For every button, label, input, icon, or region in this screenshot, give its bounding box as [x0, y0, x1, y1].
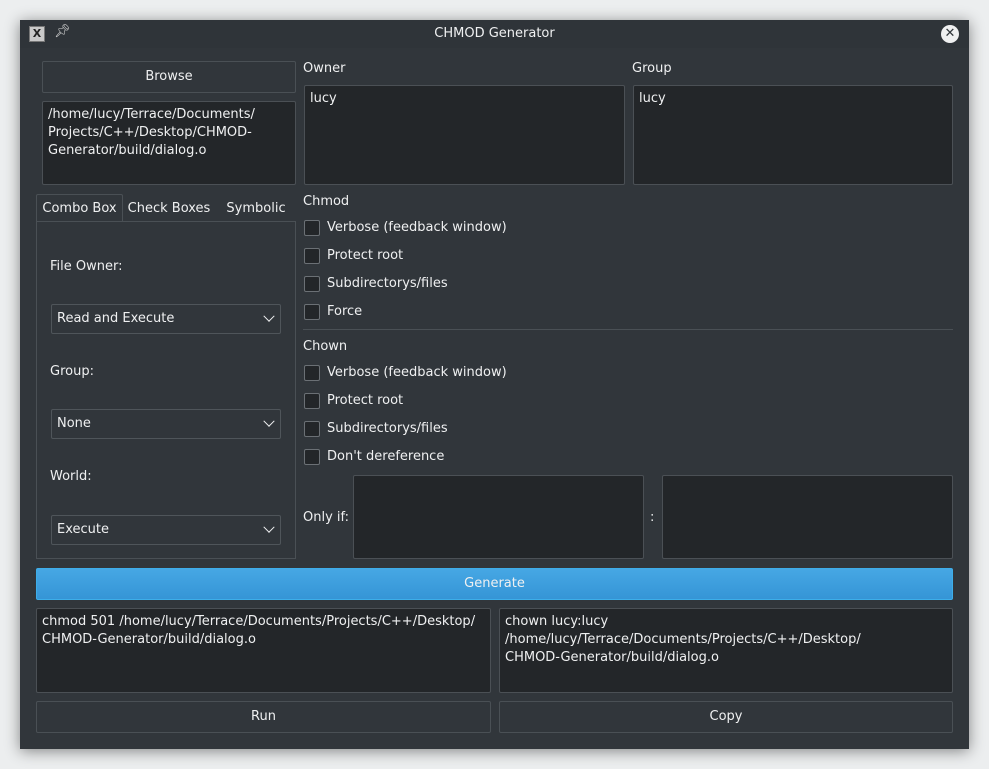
world-select[interactable]: Execute — [51, 515, 281, 545]
group-field[interactable]: lucy — [633, 85, 953, 185]
combo-box-panel: File Owner: Read and Execute Group: None… — [36, 221, 296, 559]
chown-command-output[interactable]: chown lucy:lucy /home/lucy/Terrace/Docum… — [499, 608, 953, 693]
world-value: Execute — [57, 522, 109, 537]
file-owner-select[interactable]: Read and Execute — [51, 304, 281, 334]
group-perm-select[interactable]: None — [51, 409, 281, 439]
generate-button[interactable]: Generate — [36, 568, 953, 600]
only-if-group-field[interactable] — [662, 475, 953, 559]
checkbox-box[interactable] — [304, 393, 320, 409]
tab-symbolic[interactable]: Symbolic — [215, 194, 297, 222]
checkbox-label: Protect root — [327, 248, 404, 263]
only-if-owner-field[interactable] — [353, 475, 644, 559]
group-perm-label: Group: — [50, 364, 94, 379]
checkbox-box[interactable] — [304, 421, 320, 437]
group-perm-value: None — [57, 416, 91, 431]
checkbox-label: Subdirectorys/files — [327, 421, 448, 436]
close-icon[interactable]: ✕ — [941, 25, 959, 43]
checkbox-box[interactable] — [304, 304, 320, 320]
group-label: Group — [632, 61, 672, 76]
checkbox-box[interactable] — [304, 449, 320, 465]
checkbox-label: Subdirectorys/files — [327, 276, 448, 291]
checkbox-label: Protect root — [327, 393, 404, 408]
browse-button[interactable]: Browse — [42, 61, 296, 93]
run-button[interactable]: Run — [36, 701, 491, 733]
tab-check-boxes[interactable]: Check Boxes — [123, 194, 215, 222]
checkbox-box[interactable] — [304, 248, 320, 264]
file-owner-label: File Owner: — [50, 259, 123, 274]
chevron-down-icon — [263, 415, 275, 427]
checkbox-label: Verbose (feedback window) — [327, 365, 507, 380]
file-owner-value: Read and Execute — [57, 311, 175, 326]
copy-button[interactable]: Copy — [499, 701, 953, 733]
tab-combo-box[interactable]: Combo Box — [36, 194, 123, 222]
chmod-heading: Chmod — [303, 194, 350, 209]
window-title: CHMOD Generator — [434, 26, 555, 41]
only-if-label: Only if: — [303, 510, 350, 525]
chevron-down-icon — [263, 521, 275, 533]
chevron-down-icon — [263, 310, 275, 322]
checkbox-box[interactable] — [304, 365, 320, 381]
world-label: World: — [50, 469, 92, 484]
title-bar[interactable]: X 📌︎ CHMOD Generator ✕ — [20, 20, 969, 48]
checkbox-box[interactable] — [304, 276, 320, 292]
section-divider — [303, 329, 953, 330]
app-window: X 📌︎ CHMOD Generator ✕ Browse /home/lucy… — [20, 20, 969, 749]
owner-label: Owner — [303, 61, 346, 76]
owner-field[interactable]: lucy — [304, 85, 625, 185]
file-path-field[interactable]: /home/lucy/Terrace/Documents/ Projects/C… — [42, 101, 296, 185]
chown-heading: Chown — [303, 339, 348, 354]
checkbox-box[interactable] — [304, 220, 320, 236]
chmod-command-output[interactable]: chmod 501 /home/lucy/Terrace/Documents/P… — [36, 608, 491, 693]
checkbox-label: Verbose (feedback window) — [327, 220, 507, 235]
checkbox-label: Force — [327, 304, 363, 319]
checkbox-label: Don't dereference — [327, 449, 445, 464]
only-if-separator: : — [650, 510, 655, 525]
